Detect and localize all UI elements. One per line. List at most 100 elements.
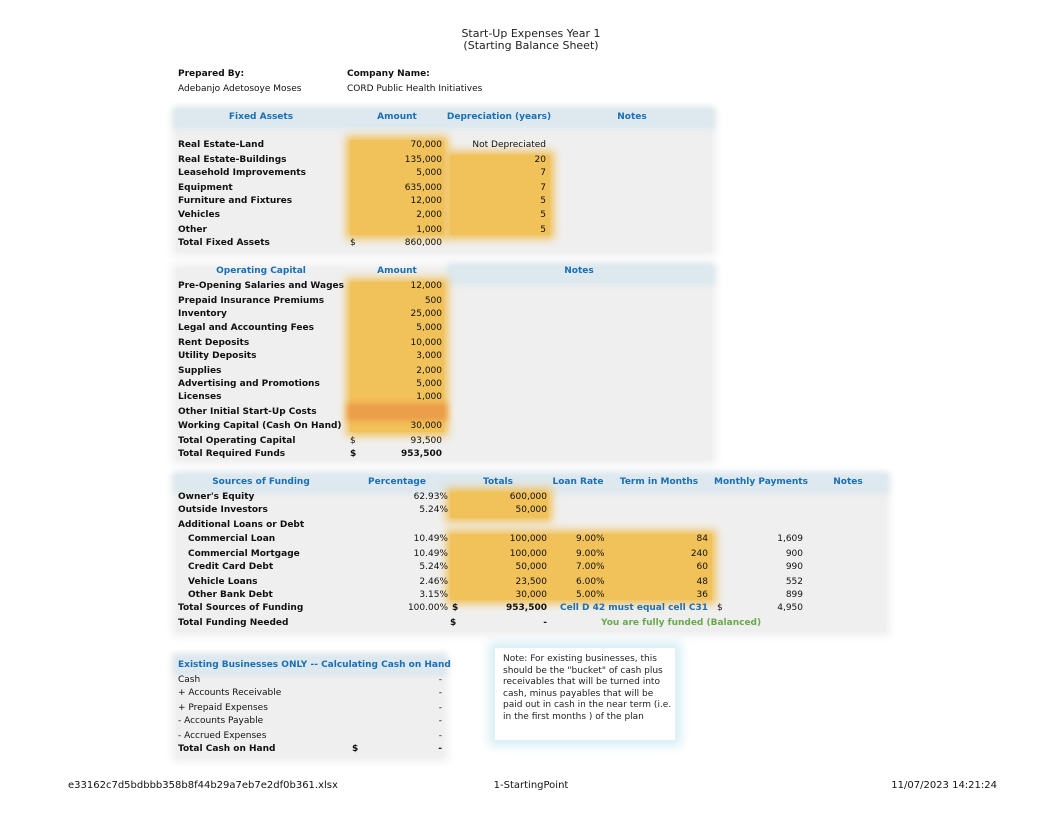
amount-cell[interactable]: 2,000 (350, 365, 442, 378)
term-cell[interactable]: 60 (610, 561, 708, 574)
depreciation-header: Depreciation (years) (446, 112, 552, 122)
operating-row: Inventory 25,000 (178, 308, 448, 321)
depreciation-cell[interactable]: 5 (446, 195, 546, 208)
totals-header: Totals (483, 477, 513, 487)
term-cell[interactable]: 84 (610, 533, 708, 546)
amount-cell[interactable]: 635,000 (350, 182, 442, 195)
operating-row: Working Capital (Cash On Hand) 30,000 (178, 420, 448, 433)
percentage-cell: 5.24% (419, 505, 448, 515)
row-label: Utility Deposits (178, 351, 257, 361)
row-label: Credit Card Debt (188, 562, 274, 572)
loan-rate-cell[interactable]: 5.00% (576, 589, 605, 602)
loan-rate-cell[interactable]: 9.00% (576, 533, 605, 546)
total-cash-on-hand-row: Total Cash on Hand $ - (178, 743, 442, 756)
amount-cell[interactable]: 25,000 (350, 308, 443, 321)
total-value: 953,500 (401, 449, 442, 459)
amount-cell[interactable]: 12,000 (350, 280, 443, 293)
fixed-asset-row: Furniture and Fixtures 12,000 5 (178, 195, 548, 208)
amount-cell[interactable]: 30,000 (350, 420, 443, 433)
amount-cell[interactable]: 5,000 (350, 322, 442, 335)
operating-row: Utility Deposits 3,000 (178, 350, 448, 363)
page-title: Start-Up Expenses Year 1 (Starting Balan… (0, 28, 1062, 52)
amount-cell[interactable]: 1,000 (350, 224, 442, 237)
loan-rate-cell[interactable]: 7.00% (576, 561, 605, 574)
row-label: Total Funding Needed (178, 618, 289, 628)
total-cell[interactable]: 30,000 (450, 589, 548, 602)
row-label: Real Estate-Land (178, 140, 265, 150)
payment-cell: 552 (785, 577, 803, 587)
total-cell[interactable]: 100,000 (450, 533, 547, 546)
funding-status: You are fully funded (Balanced) (601, 618, 762, 628)
row-label: Additional Loans or Debt (178, 520, 305, 530)
total-fixed-assets-row: Total Fixed Assets $ 860,000 (178, 237, 548, 250)
total-cell[interactable]: 50,000 (450, 561, 548, 574)
funding-row: Commercial Mortgage 10.49% 100,000 9.00%… (178, 548, 808, 561)
amount-cell[interactable]: 135,000 (350, 154, 442, 167)
loan-rate-cell[interactable]: 9.00% (576, 548, 605, 561)
funding-row: Vehicle Loans 2.46% 23,500 6.00% 48 552 (178, 576, 808, 589)
row-label: Advertising and Promotions (178, 379, 320, 389)
depreciation-cell[interactable]: 7 (446, 167, 546, 180)
row-label: + Accounts Receivable (178, 688, 282, 698)
value-cell[interactable]: - (350, 674, 442, 687)
amount-cell[interactable]: 12,000 (350, 195, 443, 208)
percentage-cell: 100.00% (407, 603, 448, 613)
fixed-notes-header: Notes (617, 112, 647, 122)
term-cell[interactable]: 240 (610, 548, 708, 561)
amount-cell[interactable]: 10,000 (350, 337, 443, 350)
amount-cell[interactable]: 3,000 (350, 350, 442, 363)
total-cell[interactable]: 600,000 (450, 491, 547, 504)
fixed-amount-header: Amount (377, 112, 417, 122)
payment-cell: 990 (785, 562, 803, 572)
percentage-cell: 5.24% (419, 562, 448, 572)
sources-of-funding-header: Sources of Funding (212, 477, 310, 487)
total-cell[interactable]: 50,000 (450, 504, 548, 517)
loan-rate-cell[interactable]: 6.00% (576, 576, 605, 589)
amount-cell[interactable]: 5,000 (350, 167, 442, 180)
cash-row: + Accounts Receivable - (178, 687, 442, 700)
term-cell[interactable]: 48 (610, 576, 708, 589)
title-line-2: (Starting Balance Sheet) (463, 39, 599, 52)
amount-cell[interactable]: 500 (350, 295, 442, 308)
percentage-cell: 3.15% (419, 590, 448, 600)
total-sources-row: Total Sources of Funding 100.00% $ 953,5… (178, 602, 808, 615)
value-cell[interactable]: - (350, 730, 442, 743)
payment-cell: 899 (785, 590, 803, 600)
operating-row: Pre-Opening Salaries and Wages 12,000 (178, 280, 448, 293)
total-cell[interactable]: 100,000 (450, 548, 547, 561)
row-label: Commercial Mortgage (188, 549, 300, 559)
prepared-by-value: Adebanjo Adetosoye Moses (178, 84, 302, 94)
row-label: Equipment (178, 183, 233, 193)
depreciation-cell[interactable]: 7 (446, 182, 546, 195)
operating-capital-header: Operating Capital (216, 266, 306, 276)
funding-row: Outside Investors 5.24% 50,000 (178, 504, 808, 517)
total-value: 953,500 (506, 603, 547, 613)
value-cell[interactable]: - (350, 687, 442, 700)
fixed-asset-row: Leasehold Improvements 5,000 7 (178, 167, 548, 180)
row-label: Total Operating Capital (178, 436, 296, 446)
amount-cell[interactable]: 1,000 (350, 391, 442, 404)
term-cell[interactable]: 36 (610, 589, 708, 602)
depreciation-cell[interactable]: 5 (446, 224, 546, 237)
prepared-by-label: Prepared By: (178, 69, 245, 79)
cash-row: Cash - (178, 674, 442, 687)
operating-row: Rent Deposits 10,000 (178, 337, 448, 350)
value-cell[interactable]: - (350, 702, 442, 715)
funding-row: Owner's Equity 62.93% 600,000 (178, 491, 808, 504)
amount-cell[interactable]: 5,000 (350, 378, 442, 391)
percentage-cell: 10.49% (413, 534, 448, 544)
total-cell[interactable]: 23,500 (450, 576, 548, 589)
percentage-header: Percentage (368, 477, 426, 487)
depreciation-cell[interactable]: 20 (446, 154, 546, 167)
payment-total: 4,950 (777, 603, 803, 613)
funding-row: Additional Loans or Debt (178, 519, 808, 532)
amount-cell[interactable]: 70,000 (350, 139, 443, 152)
row-label: - Accounts Payable (178, 716, 264, 726)
value-cell[interactable]: - (350, 715, 442, 728)
fixed-asset-row: Vehicles 2,000 5 (178, 209, 548, 222)
operating-row: Legal and Accounting Fees 5,000 (178, 322, 448, 335)
row-label: Total Cash on Hand (178, 744, 276, 754)
cash-row: - Accounts Payable - (178, 715, 442, 728)
amount-cell[interactable]: 2,000 (350, 209, 442, 222)
depreciation-cell[interactable]: 5 (446, 209, 546, 222)
